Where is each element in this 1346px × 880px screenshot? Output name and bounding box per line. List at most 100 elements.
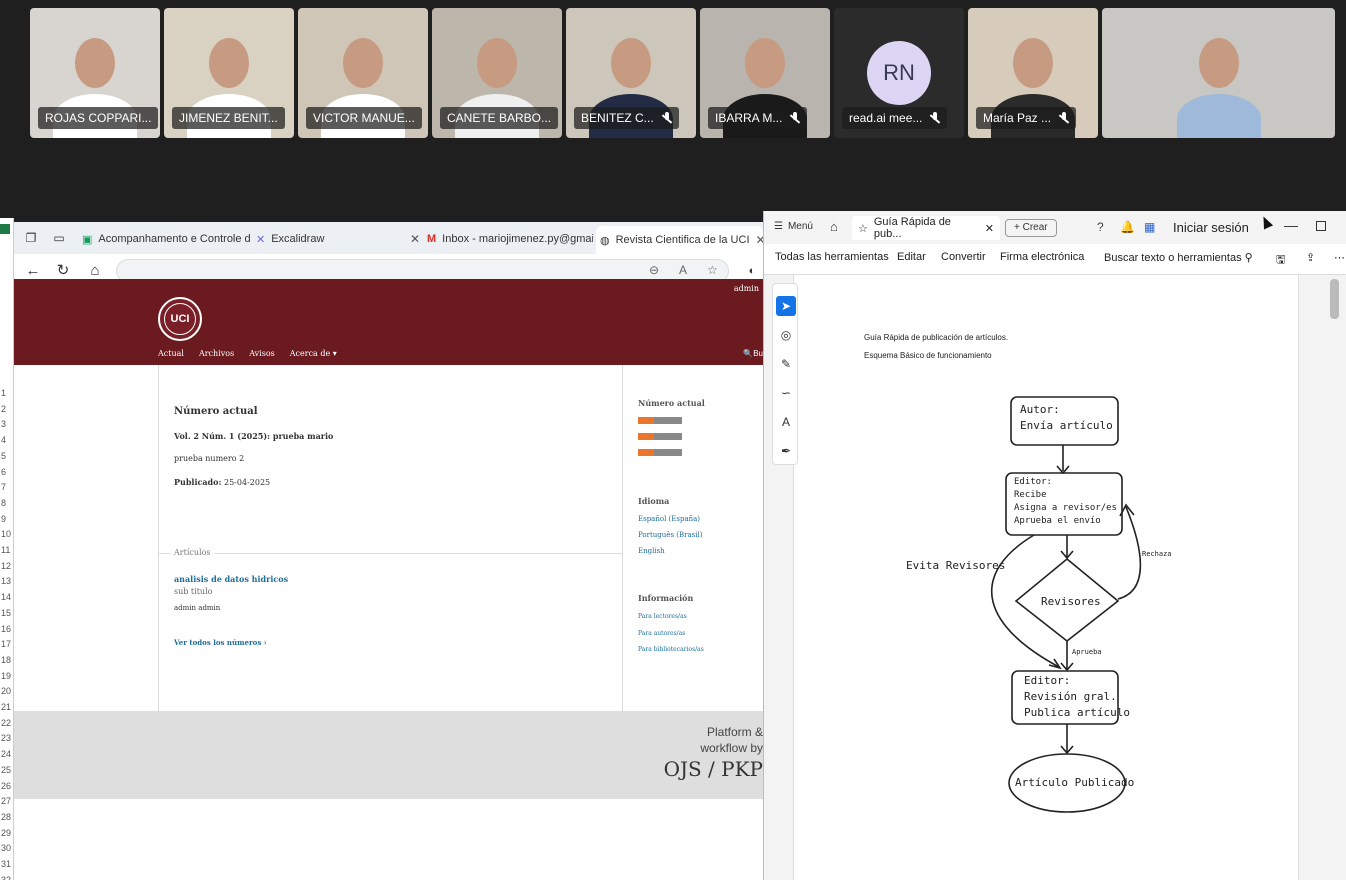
- editor-revision-label: Editor:: [1024, 674, 1071, 687]
- admin-user-link[interactable]: admin: [734, 284, 759, 293]
- participant-name-label: BENITEZ C...: [574, 107, 679, 129]
- participant-name-label: ROJAS COPPARI...: [38, 107, 159, 129]
- lang-es-link[interactable]: Español (España): [638, 515, 700, 523]
- publicado-label: Artículo Publicado: [1015, 776, 1135, 789]
- minimize-icon[interactable]: —: [1284, 217, 1298, 233]
- read-aloud-icon[interactable]: A: [679, 263, 687, 277]
- article-subtitle: sub titulo: [174, 587, 213, 596]
- ojs-pkp-logo[interactable]: OJS / PKP: [664, 757, 763, 781]
- excel-row-number: 25: [1, 764, 12, 775]
- search-tools-button[interactable]: Buscar texto o herramientas ⚲: [1104, 251, 1253, 264]
- excel-row-number: 17: [1, 639, 12, 650]
- excel-row-number: 22: [1, 717, 12, 728]
- create-button[interactable]: + Crear: [1005, 219, 1057, 237]
- excel-row-number: 16: [1, 623, 12, 634]
- scrollbar-thumb[interactable]: [1330, 279, 1339, 319]
- rechaza-label: Rechaza: [1142, 550, 1172, 558]
- esign-button[interactable]: Firma electrónica: [1000, 251, 1084, 263]
- participant-tile[interactable]: JIMENEZ BENIT...: [164, 8, 294, 138]
- participant-name-label: María Paz ...: [976, 107, 1077, 129]
- nav-avisos[interactable]: Avisos: [249, 349, 275, 358]
- draw-freeform-icon[interactable]: ∽: [776, 383, 796, 403]
- editor-label: Aprueba el envío: [1014, 516, 1101, 526]
- apps-grid-icon[interactable]: ▦: [1144, 220, 1155, 234]
- rss1-feed-badge[interactable]: [638, 449, 682, 456]
- menu-button[interactable]: ☰ Menú: [774, 221, 813, 232]
- issue-published: Publicado: 25-04-2025: [174, 477, 271, 487]
- maximize-icon[interactable]: [1316, 221, 1326, 231]
- excel-row-number: 20: [1, 686, 12, 697]
- participant-tile[interactable]: [1102, 8, 1335, 138]
- tab-acompanhamento[interactable]: ▣ Acompanhamento e Controle de ✕: [82, 227, 250, 251]
- journal-content: Número actual Vol. 2 Núm. 1 (2025): prue…: [14, 365, 763, 711]
- info-authors-link[interactable]: Para autores/as: [638, 630, 685, 637]
- site-search-link[interactable]: 🔍Bu: [743, 349, 763, 358]
- favorite-star-icon[interactable]: ☆: [707, 263, 718, 277]
- convert-button[interactable]: Convertir: [941, 251, 986, 263]
- tab-excalidraw[interactable]: ✕ Excalidraw ✕: [256, 227, 420, 251]
- footer-platform-text: Platform &: [706, 725, 763, 739]
- participant-tile[interactable]: ROJAS COPPARI...: [30, 8, 160, 138]
- close-tab-icon[interactable]: ✕: [756, 233, 764, 247]
- star-icon[interactable]: ☆: [858, 222, 868, 235]
- close-tab-icon[interactable]: ✕: [985, 222, 994, 235]
- info-readers-link[interactable]: Para lectores/as: [638, 613, 687, 620]
- info-librarians-link[interactable]: Para bibliotecarios/as: [638, 646, 704, 653]
- notifications-icon[interactable]: 🔔: [1120, 220, 1135, 234]
- issue-volume: Vol. 2 Núm. 1 (2025): prueba mario: [174, 431, 334, 441]
- nav-archivos[interactable]: Archivos: [199, 349, 234, 358]
- participant-tile[interactable]: María Paz ...: [968, 8, 1098, 138]
- autor-label: Autor:: [1020, 403, 1060, 416]
- sign-icon[interactable]: ✒: [776, 441, 796, 461]
- atom-feed-badge[interactable]: [638, 417, 682, 424]
- excel-row-number: 15: [1, 607, 12, 618]
- home-icon[interactable]: ⌂: [830, 219, 838, 234]
- participant-tile[interactable]: RN read.ai mee...: [834, 8, 964, 138]
- divider: [158, 365, 159, 711]
- rss2-feed-badge[interactable]: [638, 433, 682, 440]
- lang-pt-link[interactable]: Português (Brasil): [638, 531, 702, 539]
- articles-section-label: Artículos: [170, 548, 215, 557]
- article-title-link[interactable]: analisis de datos hidricos: [174, 574, 288, 584]
- browser-tab-bar: ❐ ▭ ▣ Acompanhamento e Controle de ✕ ✕ E…: [14, 222, 763, 254]
- pen-icon[interactable]: ✎: [776, 354, 796, 374]
- excel-row-number: 6: [1, 466, 7, 477]
- participant-name: María Paz ...: [983, 111, 1052, 125]
- editor-label: Editor:: [1014, 477, 1052, 487]
- nav-actual[interactable]: Actual: [158, 349, 184, 358]
- participant-name-label: IBARRA M...: [708, 107, 808, 129]
- excel-row-number: 11: [1, 545, 11, 555]
- uci-logo[interactable]: UCI: [158, 297, 202, 341]
- view-all-issues-link[interactable]: Ver todos los números ›: [174, 638, 267, 647]
- help-icon[interactable]: ?: [1097, 220, 1104, 234]
- tab-actions-icon[interactable]: ▭: [48, 227, 70, 249]
- sidebar-info-heading: Información: [638, 593, 694, 603]
- quick-tools-panel: ➤ ◎ ✎ ∽ A ✒: [772, 283, 798, 465]
- journal-header: admin UCI Actual Archivos Avisos Acerca …: [14, 279, 763, 365]
- participant-tile[interactable]: IBARRA M...: [700, 8, 830, 138]
- tab-gmail[interactable]: M Inbox - mariojimenez.py@gmail.c ✕: [427, 227, 593, 251]
- zoom-icon[interactable]: ⊖: [649, 263, 659, 277]
- nav-acerca-de[interactable]: Acerca de ▾: [290, 349, 337, 358]
- close-tab-icon[interactable]: ✕: [410, 232, 420, 246]
- all-tools-button[interactable]: Todas las herramientas: [775, 251, 889, 263]
- participant-tile[interactable]: BENITEZ C...: [566, 8, 696, 138]
- globe-icon: ◍: [600, 234, 610, 247]
- edit-button[interactable]: Editar: [897, 251, 926, 263]
- text-box-icon[interactable]: A: [776, 412, 796, 432]
- lang-en-link[interactable]: English: [638, 547, 665, 555]
- participant-tile[interactable]: CANETE BARBO...: [432, 8, 562, 138]
- more-options-icon[interactable]: ⋯: [1334, 251, 1345, 264]
- sign-in-button[interactable]: Iniciar sesión: [1173, 220, 1249, 235]
- site-nav: Actual Archivos Avisos Acerca de ▾: [158, 349, 337, 358]
- workspaces-icon[interactable]: ❐: [20, 227, 42, 249]
- tab-revista[interactable]: ◍ Revista Cientifica de la UCI ✕: [596, 226, 763, 254]
- excel-row-number: 28: [1, 811, 12, 822]
- participant-tile[interactable]: VICTOR MANUE...: [298, 8, 428, 138]
- comment-icon[interactable]: ◎: [776, 325, 796, 345]
- save-icon[interactable]: 🖫: [1276, 251, 1285, 270]
- select-cursor-icon[interactable]: ➤: [776, 296, 796, 316]
- excel-row-number: 13: [1, 576, 12, 587]
- pdf-document-tab[interactable]: ☆ Guía Rápida de pub... ✕: [852, 216, 1000, 240]
- cloud-upload-icon[interactable]: ⇪: [1306, 251, 1315, 264]
